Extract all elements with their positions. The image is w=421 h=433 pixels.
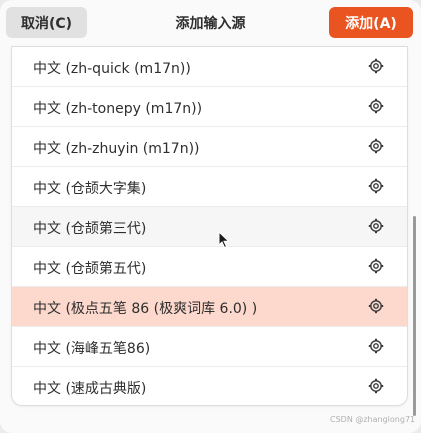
settings-gear-icon[interactable] bbox=[368, 218, 384, 234]
settings-gear-icon[interactable] bbox=[368, 58, 384, 74]
list-item-label: 中文 (zh-zhuyin (m17n)) bbox=[33, 141, 200, 157]
mouse-pointer-icon bbox=[218, 231, 230, 249]
list-item[interactable]: 中文 (zh-quick (m17n)) bbox=[12, 47, 407, 87]
list-item-label: 中文 (极点五笔 86 (极爽词库 6.0) ) bbox=[33, 301, 258, 317]
list-scrollbar[interactable] bbox=[413, 216, 416, 416]
list-item-selected[interactable]: 中文 (极点五笔 86 (极爽词库 6.0) ) bbox=[12, 287, 407, 327]
list-item[interactable]: 中文 (仓颉第五代) bbox=[12, 247, 407, 287]
list-item-label: 中文 (仓颉第五代) bbox=[33, 261, 147, 277]
list-item[interactable]: 中文 (速成古典版) bbox=[12, 367, 407, 405]
dialog-header: 取消(C) 添加输入源 添加(A) bbox=[0, 0, 421, 46]
list-item[interactable]: 中文 (海峰五笔86) bbox=[12, 327, 407, 367]
settings-gear-icon[interactable] bbox=[368, 298, 384, 314]
list-item-label: 中文 (速成古典版) bbox=[33, 381, 147, 397]
list-item[interactable]: 中文 (zh-tonepy (m17n)) bbox=[12, 87, 407, 127]
settings-gear-icon[interactable] bbox=[368, 138, 384, 154]
input-source-list: 中文 (zh-quick (m17n)) 中文 (zh-tonepy (m17n… bbox=[12, 47, 407, 405]
settings-gear-icon[interactable] bbox=[368, 378, 384, 394]
add-button[interactable]: 添加(A) bbox=[329, 7, 413, 38]
list-item-label: 中文 (zh-tonepy (m17n)) bbox=[33, 101, 203, 117]
settings-gear-icon[interactable] bbox=[368, 338, 384, 354]
list-item-hovered[interactable]: 中文 (仓颉第三代) bbox=[12, 207, 407, 247]
cancel-button[interactable]: 取消(C) bbox=[6, 7, 87, 38]
list-item-label: 中文 (zh-quick (m17n)) bbox=[33, 61, 191, 77]
add-input-source-dialog: 取消(C) 添加输入源 添加(A) 中文 (zh-quick (m17n)) 中… bbox=[0, 0, 421, 433]
watermark: CSDN @zhanglong71 bbox=[330, 415, 416, 424]
list-item-label: 中文 (海峰五笔86) bbox=[33, 341, 151, 357]
list-item-label: 中文 (仓颉大字集) bbox=[33, 181, 147, 197]
list-item[interactable]: 中文 (zh-zhuyin (m17n)) bbox=[12, 127, 407, 167]
list-item-label: 中文 (仓颉第三代) bbox=[33, 221, 147, 237]
settings-gear-icon[interactable] bbox=[368, 258, 384, 274]
settings-gear-icon[interactable] bbox=[368, 98, 384, 114]
list-item[interactable]: 中文 (仓颉大字集) bbox=[12, 167, 407, 207]
settings-gear-icon[interactable] bbox=[368, 178, 384, 194]
dialog-title: 添加输入源 bbox=[175, 16, 246, 32]
